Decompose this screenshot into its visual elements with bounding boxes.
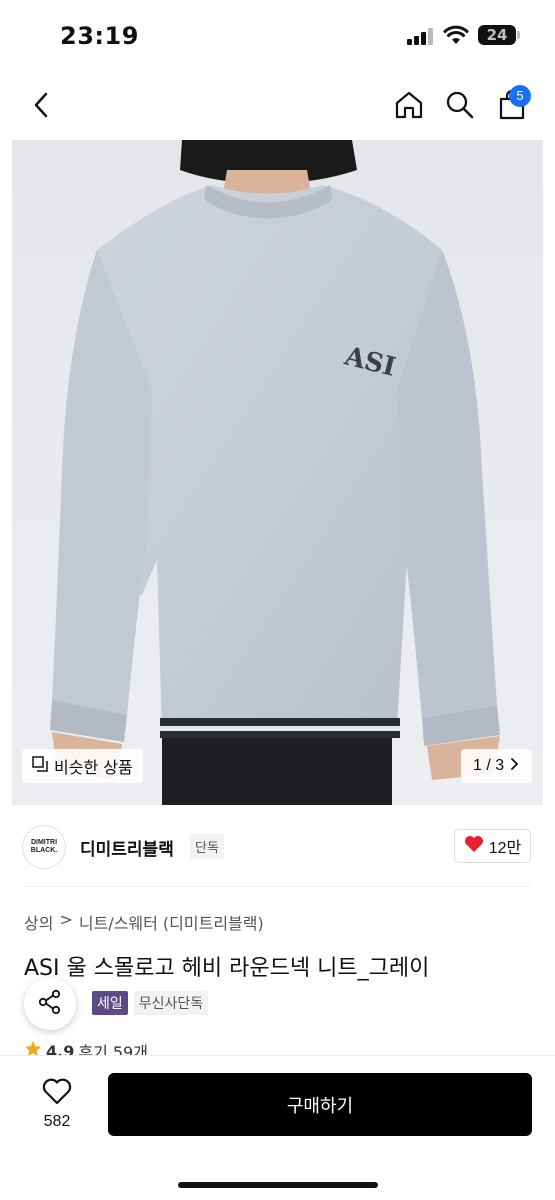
copy-icon — [32, 756, 48, 776]
sweater-illustration: ASI — [12, 140, 543, 805]
cart-count-badge: 5 — [509, 85, 531, 107]
breadcrumb-level2[interactable]: 니트/스웨터 (디미트리블랙) — [79, 910, 264, 934]
signal-icon — [407, 27, 435, 45]
page-indicator-text: 1 / 3 — [473, 757, 505, 774]
brand-logo-line1: DIMITRI — [30, 839, 58, 846]
breadcrumb: 상의 > 니트/스웨터 (디미트리블랙) — [24, 910, 264, 934]
heart-outline-icon — [42, 1078, 72, 1109]
bottom-action-bar: 582 구매하기 — [0, 1055, 555, 1200]
home-icon[interactable] — [392, 88, 426, 122]
image-page-indicator[interactable]: 1 / 3 — [461, 749, 533, 783]
buy-button[interactable]: 구매하기 — [108, 1073, 532, 1136]
status-time: 23:19 — [60, 22, 139, 50]
brand-tag: 단독 — [190, 834, 224, 859]
search-icon[interactable] — [443, 88, 477, 122]
share-button[interactable] — [24, 978, 76, 1030]
breadcrumb-separator: > — [59, 910, 73, 929]
like-button[interactable]: 12만 — [454, 829, 531, 863]
chevron-right-icon — [510, 757, 520, 776]
heart-icon — [464, 835, 484, 858]
product-image[interactable]: ASI — [12, 140, 543, 805]
back-icon[interactable] — [24, 88, 58, 122]
similar-products-button[interactable]: 비슷한 상품 — [22, 749, 143, 783]
exclusive-badge: 무신사단독 — [133, 991, 209, 1015]
share-icon — [37, 989, 63, 1019]
nav-bar — [0, 70, 555, 140]
wishlist-count: 582 — [43, 1112, 71, 1130]
divider — [24, 886, 531, 887]
brand-name[interactable]: 디미트리블랙 — [80, 835, 174, 860]
brand-logo[interactable]: DIMITRI BLACK. — [22, 825, 66, 869]
battery-cap — [517, 31, 520, 39]
brand-logo-line2: BLACK. — [30, 847, 58, 854]
breadcrumb-level1[interactable]: 상의 — [24, 910, 53, 934]
like-count: 12만 — [488, 840, 522, 857]
wishlist-button[interactable]: 582 — [28, 1074, 86, 1134]
sale-badge: 세일 — [92, 991, 128, 1015]
home-indicator — [178, 1182, 378, 1188]
brand-row: DIMITRI BLACK. 디미트리블랙 단독 12만 — [0, 820, 555, 875]
status-bar: 23:19 24 — [0, 0, 555, 70]
battery-icon: 24 — [478, 25, 516, 45]
similar-products-label: 비슷한 상품 — [54, 758, 133, 777]
wifi-icon — [443, 24, 469, 46]
product-title: ASI 울 스몰로고 헤비 라운드넥 니트_그레이 — [24, 956, 430, 981]
